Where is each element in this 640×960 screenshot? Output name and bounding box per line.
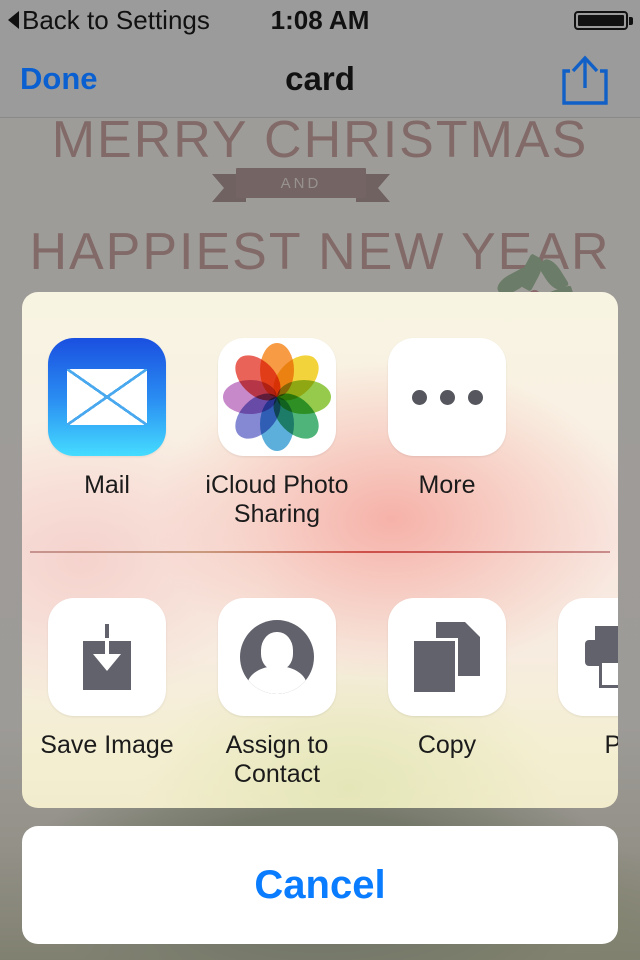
action-item-print[interactable]: Pr [532, 552, 618, 808]
action-item-save-image[interactable]: Save Image [22, 552, 192, 808]
dot [411, 389, 427, 405]
printer-top [595, 626, 618, 640]
share-up-arrow-icon [562, 55, 608, 105]
share-item-label: iCloud Photo Sharing [205, 471, 349, 528]
action-item-label: Assign to Contact [225, 731, 329, 788]
contact-person-icon [218, 598, 336, 716]
save-arrow-head [93, 654, 121, 671]
share-item-more[interactable]: More [362, 292, 532, 551]
person-shoulders [247, 666, 307, 694]
copy-folded-corner [465, 622, 480, 637]
person-head [261, 632, 293, 670]
share-app-row[interactable]: Mail iCloud Photo Sharing More [22, 292, 618, 551]
status-bar: Back to Settings 1:08 AM [0, 0, 640, 40]
dot [467, 389, 483, 405]
status-bar-clock: 1:08 AM [270, 4, 370, 35]
more-ellipsis-icon [388, 338, 506, 456]
action-item-label: Save Image [40, 731, 174, 759]
printer-paper [599, 660, 618, 688]
action-item-copy[interactable]: Copy [362, 552, 532, 808]
share-button[interactable] [560, 54, 610, 106]
share-item-label: Mail [84, 471, 130, 499]
action-item-label: Pr [604, 731, 619, 759]
contact-glyph [240, 620, 314, 694]
action-item-label: Copy [417, 731, 477, 759]
battery-cap [629, 17, 633, 25]
share-action-row[interactable]: Save Image Assign to Contact Copy P [22, 552, 618, 808]
navigation-bar: Done card [0, 40, 640, 118]
copy-glyph [414, 622, 480, 692]
copy-front-page [414, 638, 458, 692]
battery-fill [578, 15, 624, 26]
battery-full-icon [574, 11, 628, 30]
mail-envelope-icon [48, 338, 166, 456]
photos-flower-icon [218, 338, 336, 456]
printer-icon [558, 598, 618, 716]
save-download-icon [48, 598, 166, 716]
save-glyph [75, 624, 139, 690]
printer-glyph [585, 626, 618, 688]
share-item-icloud-photo-sharing[interactable]: iCloud Photo Sharing [192, 292, 362, 551]
ellipsis-dots [411, 389, 483, 405]
share-item-label: More [418, 471, 476, 499]
share-item-mail[interactable]: Mail [22, 292, 192, 551]
flower-petals [223, 343, 331, 451]
dot [439, 389, 455, 405]
cancel-button[interactable]: Cancel [22, 826, 618, 944]
envelope-shape [67, 369, 147, 425]
page-title: card [285, 59, 355, 97]
action-item-assign-to-contact[interactable]: Assign to Contact [192, 552, 362, 808]
copy-documents-icon [388, 598, 506, 716]
share-sheet: Mail iCloud Photo Sharing More Save Imag… [22, 292, 618, 808]
